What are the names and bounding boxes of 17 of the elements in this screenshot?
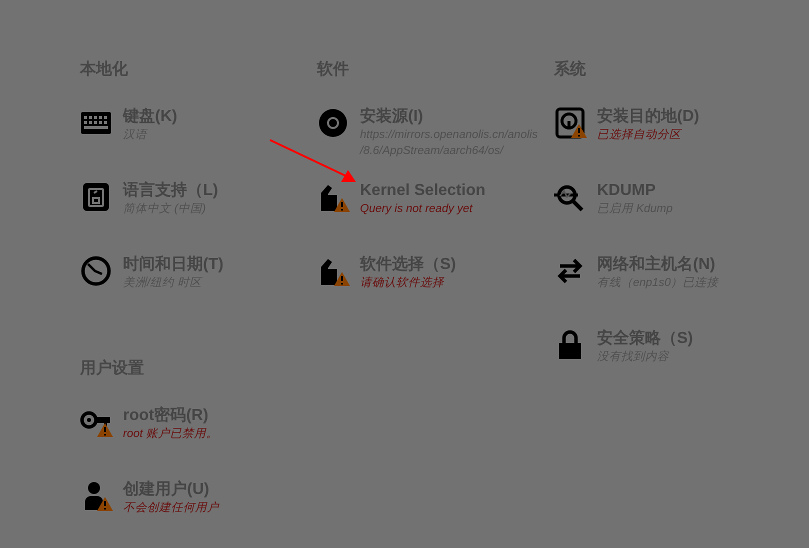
drive-icon (556, 108, 584, 138)
spoke-status: 请确认软件选择 (360, 276, 446, 291)
keyboard-icon (81, 112, 111, 134)
language-icon (83, 183, 109, 211)
clock-icon (81, 256, 111, 286)
spoke-status: 不会创建任何用户 (123, 500, 220, 516)
disc-icon (319, 109, 347, 137)
spoke-status: root 账户已禁用。 (123, 426, 220, 442)
spoke-status: 已选择自动分区 (597, 128, 683, 143)
package-icon (321, 185, 337, 211)
lock-icon (559, 330, 581, 359)
package-icon (321, 259, 337, 285)
magnifier-icon (554, 185, 584, 212)
spoke-status: Query is not ready yet (360, 202, 474, 217)
arrows-icon (558, 258, 582, 284)
user-icon (85, 482, 103, 510)
key-icon (80, 411, 110, 429)
